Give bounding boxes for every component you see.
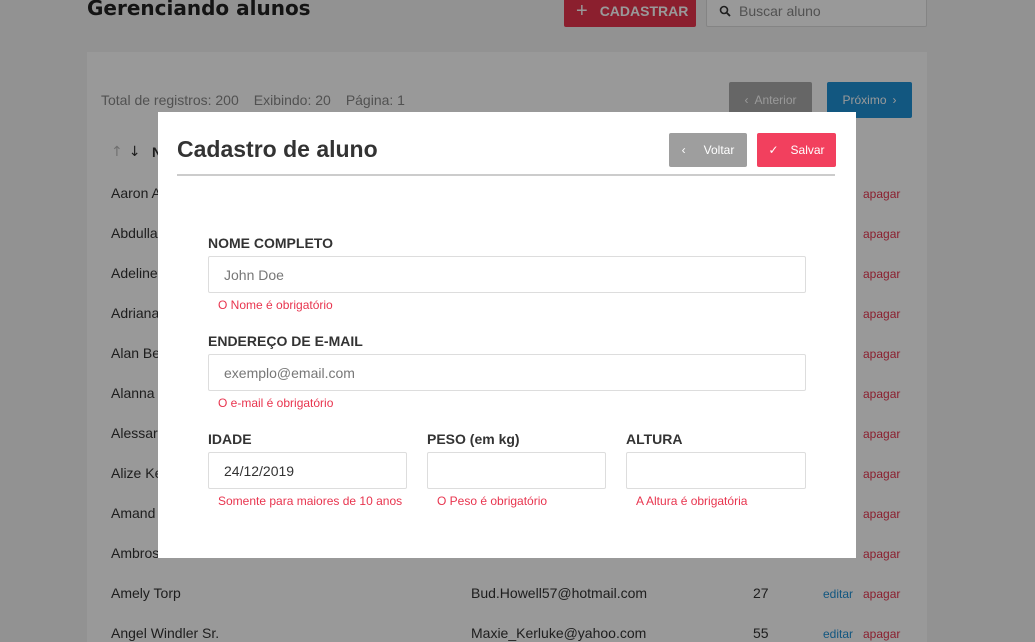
name-field[interactable] [208,256,806,293]
age-field[interactable] [208,452,407,489]
chevron-left-icon: ‹ [681,143,686,157]
name-error: O Nome é obrigatório [218,298,333,312]
back-label: Voltar [703,143,735,157]
height-error: A Altura é obrigatória [636,494,748,508]
modal-title: Cadastro de aluno [177,136,378,162]
height-field[interactable] [626,452,806,489]
height-label: ALTURA [626,431,683,447]
email-error: O e-mail é obrigatório [218,396,334,410]
modal-divider [177,174,835,176]
back-button[interactable]: ‹ Voltar [669,133,747,167]
weight-field[interactable] [427,452,606,489]
check-icon: ✓ [768,143,779,157]
name-label: NOME COMPLETO [208,235,333,251]
student-registration-modal: Cadastro de aluno ‹ Voltar ✓ Salvar NOME… [158,112,856,558]
email-field[interactable] [208,354,806,391]
weight-error: O Peso é obrigatório [437,494,548,508]
email-label: ENDEREÇO DE E-MAIL [208,333,363,349]
save-label: Salvar [790,143,825,157]
weight-label: PESO (em kg) [427,431,520,447]
save-button[interactable]: ✓ Salvar [757,133,836,167]
age-error: Somente para maiores de 10 anos [218,494,403,508]
age-label: IDADE [208,431,252,447]
